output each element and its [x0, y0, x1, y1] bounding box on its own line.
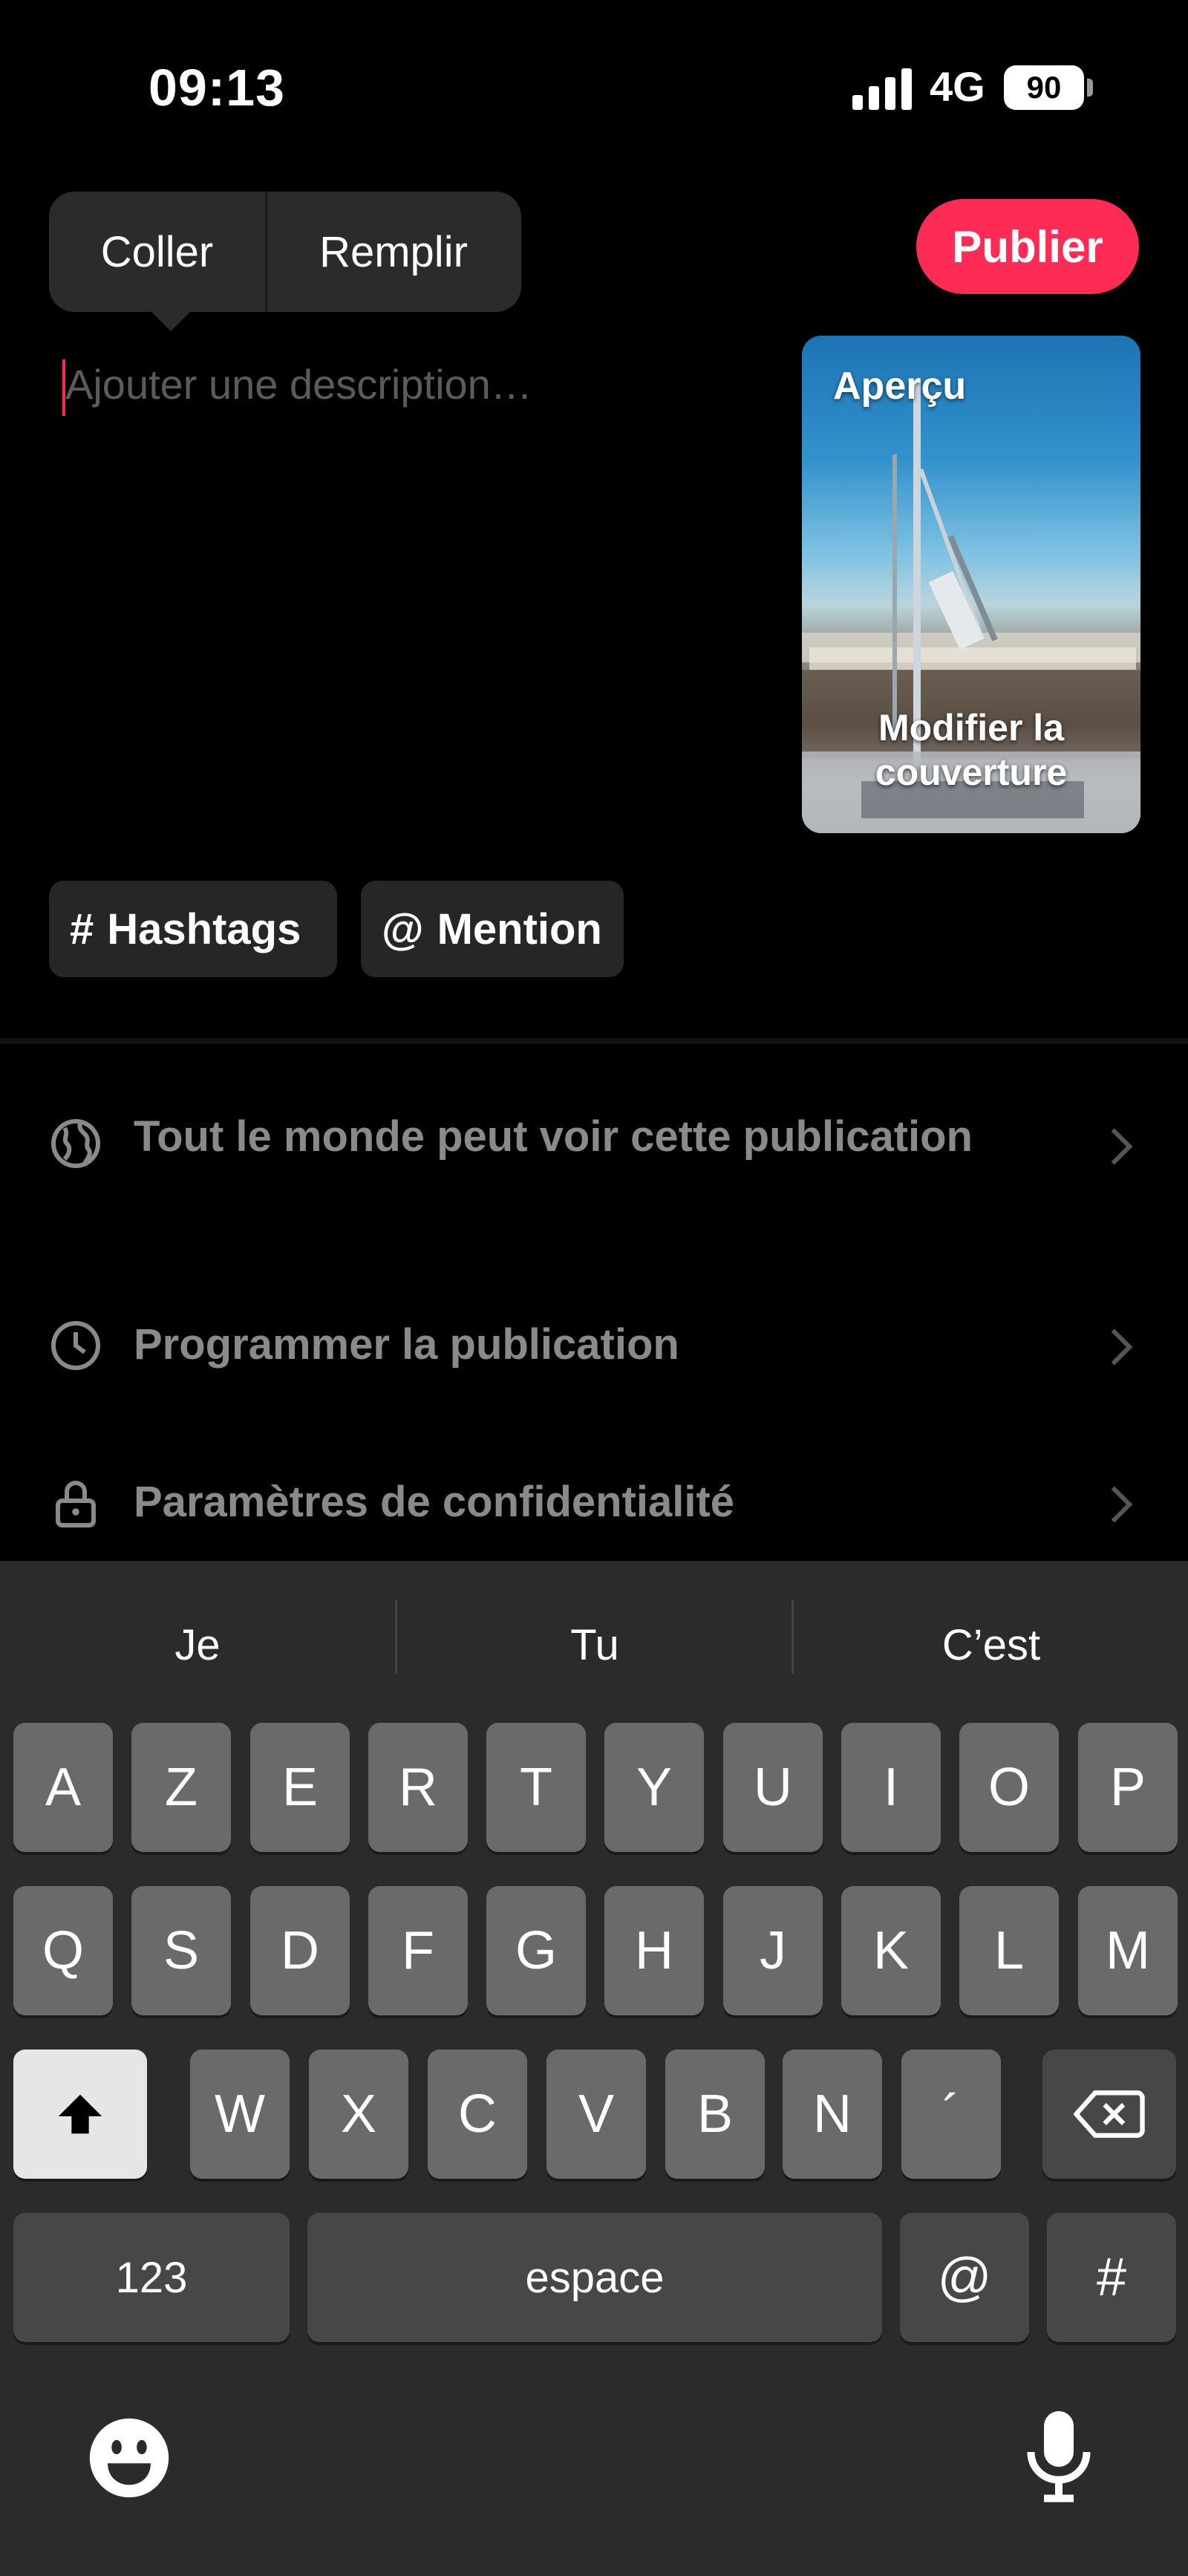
key-i[interactable]: I	[841, 1723, 941, 1852]
key-y[interactable]: Y	[604, 1723, 704, 1852]
key-c[interactable]: C	[428, 2050, 527, 2179]
section-divider	[0, 1038, 1188, 1044]
key-w[interactable]: W	[190, 2050, 290, 2179]
key-z[interactable]: Z	[131, 1723, 231, 1852]
publish-button[interactable]: Publier	[916, 199, 1139, 294]
preview-label: Aperçu	[833, 365, 967, 408]
key-t[interactable]: T	[486, 1723, 586, 1852]
suggestion-2[interactable]: Tu	[397, 1620, 792, 1670]
edit-cover-button[interactable]: Modifier la couverture	[802, 705, 1140, 795]
privacy-row[interactable]: Paramètres de confidentialité	[0, 1472, 1188, 1539]
paste-button[interactable]: Coller	[49, 192, 267, 312]
suggestion-3[interactable]: C’est	[794, 1620, 1188, 1670]
at-icon: @	[382, 904, 424, 953]
chevron-right-icon	[1111, 1486, 1133, 1523]
signal-icon	[852, 68, 915, 110]
hashtags-label: Hashtags	[107, 904, 301, 953]
key-r[interactable]: R	[368, 1723, 468, 1852]
edit-menu: Coller Remplir	[49, 192, 521, 331]
space-key[interactable]: espace	[307, 2213, 882, 2342]
mention-button[interactable]: @ Mention	[361, 881, 624, 977]
at-key[interactable]: @	[900, 2213, 1029, 2342]
key-q[interactable]: Q	[13, 1886, 113, 2015]
globe-icon	[51, 1119, 100, 1168]
key-n[interactable]: N	[783, 2050, 882, 2179]
hash-icon: #	[70, 904, 94, 953]
schedule-row[interactable]: Programmer la publication	[0, 1314, 1188, 1381]
key-a[interactable]: A	[13, 1723, 113, 1852]
key-u[interactable]: U	[723, 1723, 823, 1852]
schedule-label: Programmer la publication	[134, 1320, 679, 1369]
visibility-label: Tout le monde peut voir cette publicatio…	[134, 1112, 973, 1161]
emoji-icon[interactable]	[86, 2415, 172, 2501]
suggestion-1[interactable]: Je	[0, 1620, 395, 1670]
key-b[interactable]: B	[665, 2050, 765, 2179]
shift-key[interactable]	[13, 2050, 147, 2179]
post-screen: 09:13 4G 90 Coller Remplir Publier Aperç…	[0, 0, 1188, 2576]
battery-icon: 90	[1004, 65, 1084, 110]
key-e[interactable]: E	[250, 1723, 350, 1852]
key-m[interactable]: M	[1078, 1886, 1178, 2015]
key-d[interactable]: D	[250, 1886, 350, 2015]
clock-icon	[51, 1321, 100, 1370]
keyboard: Je Tu C’est A Z E R T Y U I O P Q S D F …	[0, 1561, 1188, 2576]
description-input[interactable]	[65, 350, 734, 417]
key-s[interactable]: S	[131, 1886, 231, 2015]
key-j[interactable]: J	[723, 1886, 823, 2015]
privacy-label: Paramètres de confidentialité	[134, 1478, 735, 1526]
hash-key[interactable]: #	[1047, 2213, 1176, 2342]
delete-key[interactable]	[1042, 2050, 1176, 2179]
key-p[interactable]: P	[1078, 1723, 1178, 1852]
key-k[interactable]: K	[841, 1886, 941, 2015]
cover-preview[interactable]: Aperçu Modifier la couverture	[802, 336, 1140, 833]
autofill-button[interactable]: Remplir	[267, 192, 520, 312]
edit-cover-line-2: couverture	[875, 751, 1068, 793]
key-x[interactable]: X	[309, 2050, 408, 2179]
shift-arrow-icon	[58, 2094, 102, 2134]
chevron-right-icon	[1111, 1328, 1133, 1366]
key-g[interactable]: G	[486, 1886, 586, 2015]
backspace-icon	[1074, 2090, 1145, 2138]
chevron-right-icon	[1111, 1128, 1133, 1165]
key-h[interactable]: H	[604, 1886, 704, 2015]
key-o[interactable]: O	[959, 1723, 1059, 1852]
lock-icon	[56, 1480, 96, 1527]
microphone-icon[interactable]	[1022, 2407, 1096, 2504]
visibility-row[interactable]: Tout le monde peut voir cette publicatio…	[0, 1106, 1188, 1240]
status-time: 09:13	[148, 59, 286, 117]
key-f[interactable]: F	[368, 1886, 468, 2015]
edit-cover-line-1: Modifier la	[878, 707, 1065, 749]
battery-tip	[1087, 79, 1093, 97]
numbers-key[interactable]: 123	[13, 2213, 290, 2342]
key-accent[interactable]: ´	[901, 2050, 1001, 2179]
network-type: 4G	[930, 63, 985, 110]
key-v[interactable]: V	[546, 2050, 646, 2179]
hashtags-button[interactable]: # Hashtags	[49, 881, 337, 977]
mention-label: Mention	[437, 904, 602, 953]
key-l[interactable]: L	[959, 1886, 1059, 2015]
